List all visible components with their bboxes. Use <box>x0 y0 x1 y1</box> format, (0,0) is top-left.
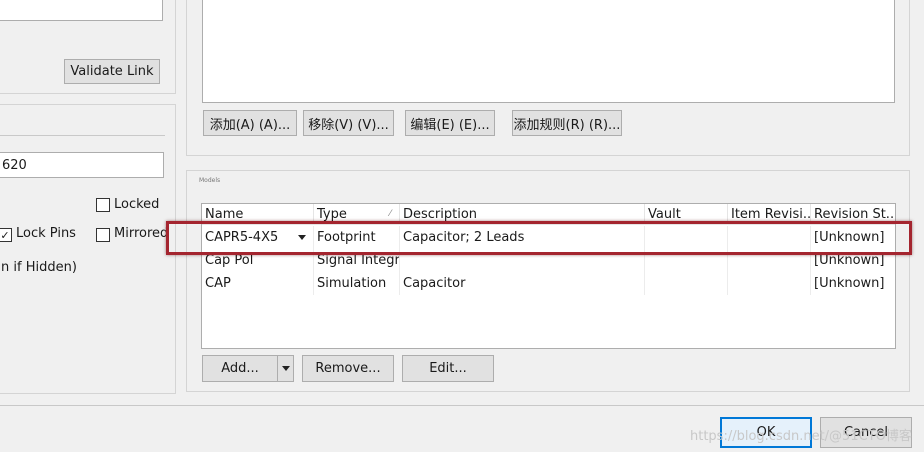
lock-pins-label: Lock Pins <box>16 226 76 241</box>
rules-add-rule-button[interactable]: 添加规则(R) (R)... <box>512 110 622 136</box>
rules-remove-button[interactable]: 移除(V) (V)... <box>303 110 394 136</box>
left-top-textbox[interactable] <box>0 0 163 21</box>
models-add-dropdown-button[interactable] <box>277 355 294 382</box>
mirrored-checkbox[interactable] <box>96 228 110 242</box>
hidden-text: n if Hidden) <box>1 260 77 275</box>
chevron-down-icon <box>281 366 290 371</box>
table-row[interactable]: CAP Simulation Capacitor [Unknown] <box>202 272 895 295</box>
rules-add-button[interactable]: 添加(A) (A)... <box>203 110 297 136</box>
cell-name: CAP <box>202 272 314 295</box>
watermark-text: https://blog.csdn.net/@51CTO博客 <box>690 429 912 444</box>
models-add-label: Add... <box>221 361 259 376</box>
highlight-box <box>166 221 912 255</box>
cell-revision-status: [Unknown] <box>814 276 885 291</box>
left-properties-panel: 620 Locked ✓ Lock Pins Mirrored n if Hid… <box>0 104 176 394</box>
models-add-button[interactable]: Add... <box>202 355 278 382</box>
validate-link-button[interactable]: Validate Link <box>64 59 160 84</box>
rules-list[interactable] <box>202 0 895 103</box>
mirrored-label: Mirrored <box>114 226 169 241</box>
footer-separator <box>0 405 924 406</box>
models-panel: Models Name Type ⁄ Description Vault Ite… <box>186 170 910 392</box>
cell-type: Simulation <box>314 272 400 295</box>
sort-icon: ⁄ <box>389 209 391 219</box>
rules-edit-button[interactable]: 编辑(E) (E)... <box>405 110 495 136</box>
cell-vault <box>645 272 728 295</box>
models-group-label: Models <box>199 177 221 184</box>
left-top-panel: Validate Link <box>0 0 176 94</box>
cell-item-revision <box>728 272 811 295</box>
models-edit-button[interactable]: Edit... <box>402 355 494 382</box>
left-divider <box>0 135 165 136</box>
locked-checkbox[interactable] <box>96 198 110 212</box>
rules-panel: 添加(A) (A)... 移除(V) (V)... 编辑(E) (E)... 添… <box>186 0 910 156</box>
lock-pins-checkbox[interactable]: ✓ <box>0 228 12 242</box>
cell-description: Capacitor <box>400 272 645 295</box>
value-field-text: 620 <box>2 157 27 173</box>
check-icon: ✓ <box>0 228 10 242</box>
models-remove-button[interactable]: Remove... <box>302 355 394 382</box>
locked-label: Locked <box>114 197 160 212</box>
value-field[interactable]: 620 <box>0 152 164 178</box>
